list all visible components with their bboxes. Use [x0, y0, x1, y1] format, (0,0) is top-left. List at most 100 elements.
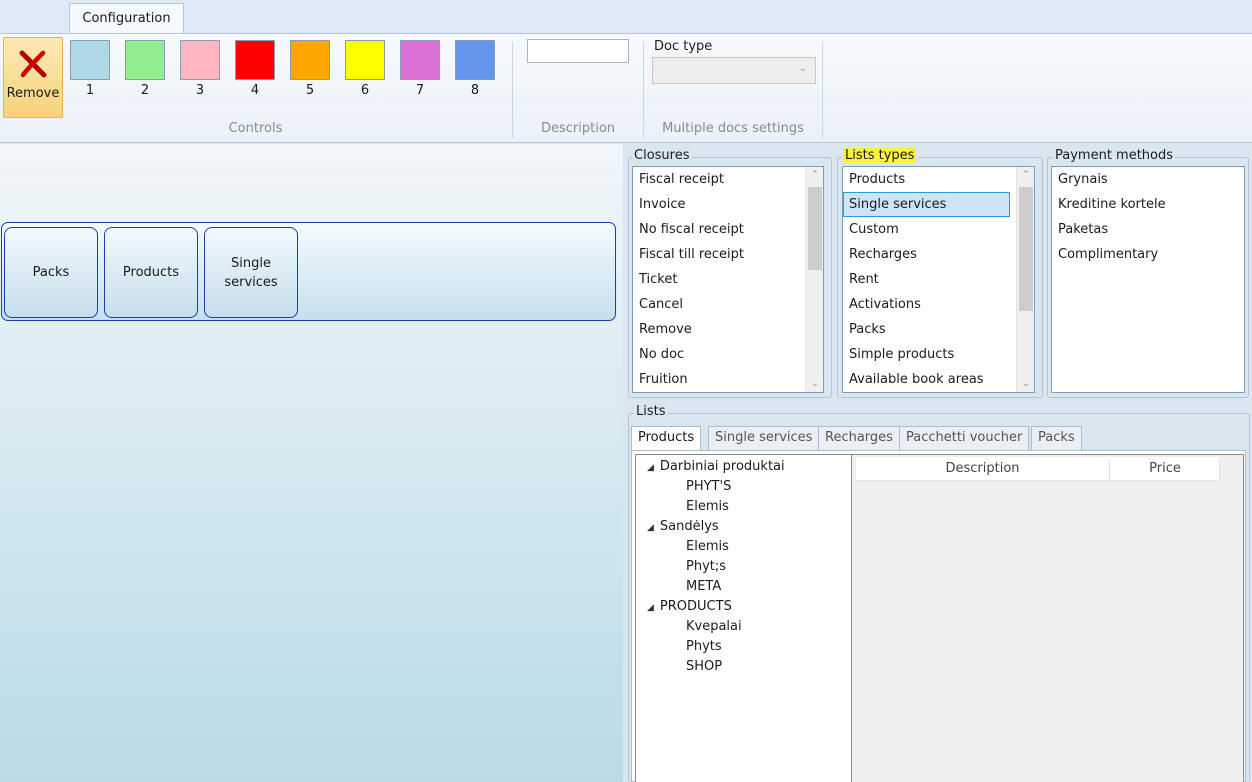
chevron-up-icon[interactable]: ⌃: [1017, 170, 1034, 180]
tab-single-services[interactable]: Single services: [708, 426, 820, 450]
tile-button-single-services[interactable]: Single services: [204, 227, 298, 318]
expanded-triangle-icon[interactable]: ◢: [647, 523, 654, 533]
list-item[interactable]: No fiscal receipt: [633, 217, 823, 242]
tile-button-products[interactable]: Products: [104, 227, 198, 318]
tree-node-label: PRODUCTS: [659, 599, 732, 614]
lists-types-scrollbar[interactable]: ⌃ ⌄: [1016, 167, 1034, 392]
closures-scrollbar[interactable]: ⌃ ⌄: [805, 167, 823, 392]
tree-leaf[interactable]: Kvepalai: [686, 619, 742, 634]
tab-packs[interactable]: Packs: [1031, 426, 1082, 450]
swatch-label-3: 3: [195, 83, 205, 98]
lists-legend: Lists: [634, 404, 668, 419]
closures-legend: Closures: [632, 148, 692, 163]
list-item[interactable]: Available book areas: [843, 367, 1034, 392]
list-item[interactable]: Invoice: [633, 192, 823, 217]
ribbon-separator: [822, 42, 823, 138]
swatch-label-4: 4: [250, 83, 260, 98]
list-item[interactable]: Fiscal till receipt: [633, 242, 823, 267]
list-item[interactable]: Packs: [843, 317, 1034, 342]
tab-products[interactable]: Products: [631, 426, 702, 451]
list-item[interactable]: Fiscal receipt: [633, 167, 823, 192]
color-swatch-6[interactable]: [345, 40, 385, 80]
group-label-multiple-docs: Multiple docs settings: [662, 121, 804, 136]
expanded-triangle-icon[interactable]: ◢: [647, 463, 654, 473]
lists-types-legend: Lists types: [841, 148, 919, 163]
tree-node[interactable]: ◢ Sandėlys: [647, 519, 719, 534]
doc-type-select[interactable]: ⌄: [652, 57, 816, 84]
payment-methods-legend: Payment methods: [1053, 148, 1176, 163]
color-swatch-7[interactable]: [400, 40, 440, 80]
list-item[interactable]: Cancel: [633, 292, 823, 317]
tree-leaf[interactable]: Phyt;s: [686, 559, 726, 574]
color-swatch-1[interactable]: [70, 40, 110, 80]
list-item[interactable]: Paketas: [1052, 217, 1244, 242]
tree-node-label: Sandėlys: [659, 519, 719, 534]
scrollbar-thumb[interactable]: [808, 187, 822, 270]
chevron-down-icon: ⌄: [798, 63, 807, 74]
list-item[interactable]: Kreditine kortele: [1052, 192, 1244, 217]
items-grid[interactable]: Description Price: [852, 454, 1244, 782]
remove-x-icon: [19, 50, 47, 78]
swatch-label-1: 1: [85, 83, 95, 98]
group-label-description: Description: [540, 121, 616, 136]
color-swatch-8[interactable]: [455, 40, 495, 80]
tree-node-label: Darbiniai produktai: [659, 459, 785, 474]
tile-button-packs[interactable]: Packs: [4, 227, 98, 318]
tree-node[interactable]: ◢ Darbiniai produktai: [647, 459, 785, 474]
swatch-label-2: 2: [140, 83, 150, 98]
tab-recharges[interactable]: Recharges: [818, 426, 900, 450]
grid-header: Description Price: [856, 457, 1220, 481]
doc-type-label: Doc type: [654, 39, 713, 54]
description-input[interactable]: [527, 39, 629, 63]
expanded-triangle-icon[interactable]: ◢: [647, 603, 654, 613]
color-swatch-4[interactable]: [235, 40, 275, 80]
chevron-down-icon[interactable]: ⌄: [1017, 379, 1034, 389]
scrollbar-thumb[interactable]: [1019, 187, 1033, 311]
list-item[interactable]: No doc: [633, 342, 823, 367]
list-item[interactable]: Remove: [633, 317, 823, 342]
chevron-up-icon[interactable]: ⌃: [806, 170, 823, 180]
list-item[interactable]: Recharges: [843, 242, 1034, 267]
list-item[interactable]: Complimentary: [1052, 242, 1244, 267]
ribbon-separator: [512, 42, 513, 138]
tree-leaf[interactable]: Elemis: [686, 499, 729, 514]
lists-types-list[interactable]: Products Single services Custom Recharge…: [842, 166, 1035, 393]
group-label-controls: Controls: [228, 121, 283, 136]
list-item[interactable]: Products: [843, 167, 1034, 192]
list-item[interactable]: Grynais: [1052, 167, 1244, 192]
column-header-price[interactable]: Price: [1110, 457, 1220, 481]
product-tree[interactable]: ◢ Darbiniai produktai PHYT'S Elemis ◢ Sand…: [635, 454, 852, 782]
tree-leaf[interactable]: Phyts: [686, 639, 722, 654]
color-swatch-5[interactable]: [290, 40, 330, 80]
tree-leaf[interactable]: META: [686, 579, 721, 594]
list-item[interactable]: Custom: [843, 217, 1034, 242]
tree-leaf[interactable]: SHOP: [686, 659, 722, 674]
ribbon-tab-strip: [0, 0, 1252, 33]
swatch-label-7: 7: [415, 83, 425, 98]
swatch-label-6: 6: [360, 83, 370, 98]
tree-leaf[interactable]: Elemis: [686, 539, 729, 554]
list-item[interactable]: Rent: [843, 267, 1034, 292]
column-header-description[interactable]: Description: [856, 457, 1109, 481]
list-item[interactable]: Activations: [843, 292, 1034, 317]
ribbon-separator: [643, 42, 644, 138]
list-item[interactable]: Simple products: [843, 342, 1034, 367]
color-swatch-3[interactable]: [180, 40, 220, 80]
lists-types-legend-text: Lists types: [843, 148, 917, 163]
tree-leaf[interactable]: PHYT'S: [686, 479, 731, 494]
tab-pacchetti-voucher[interactable]: Pacchetti voucher: [899, 426, 1030, 450]
remove-button[interactable]: Remove: [3, 37, 63, 118]
list-item-selected[interactable]: Single services: [843, 192, 1010, 217]
swatch-label-5: 5: [305, 83, 315, 98]
tab-configuration[interactable]: Configuration: [69, 3, 184, 34]
swatch-label-8: 8: [470, 83, 480, 98]
chevron-down-icon[interactable]: ⌄: [806, 379, 823, 389]
column-divider[interactable]: [1219, 460, 1220, 480]
closures-list[interactable]: Fiscal receipt Invoice No fiscal receipt…: [632, 166, 824, 393]
tree-node[interactable]: ◢ PRODUCTS: [647, 599, 732, 614]
remove-label: Remove: [6, 86, 60, 101]
payment-methods-list[interactable]: Grynais Kreditine kortele Paketas Compli…: [1051, 166, 1245, 393]
list-item[interactable]: Fruition: [633, 367, 823, 392]
color-swatch-2[interactable]: [125, 40, 165, 80]
list-item[interactable]: Ticket: [633, 267, 823, 292]
